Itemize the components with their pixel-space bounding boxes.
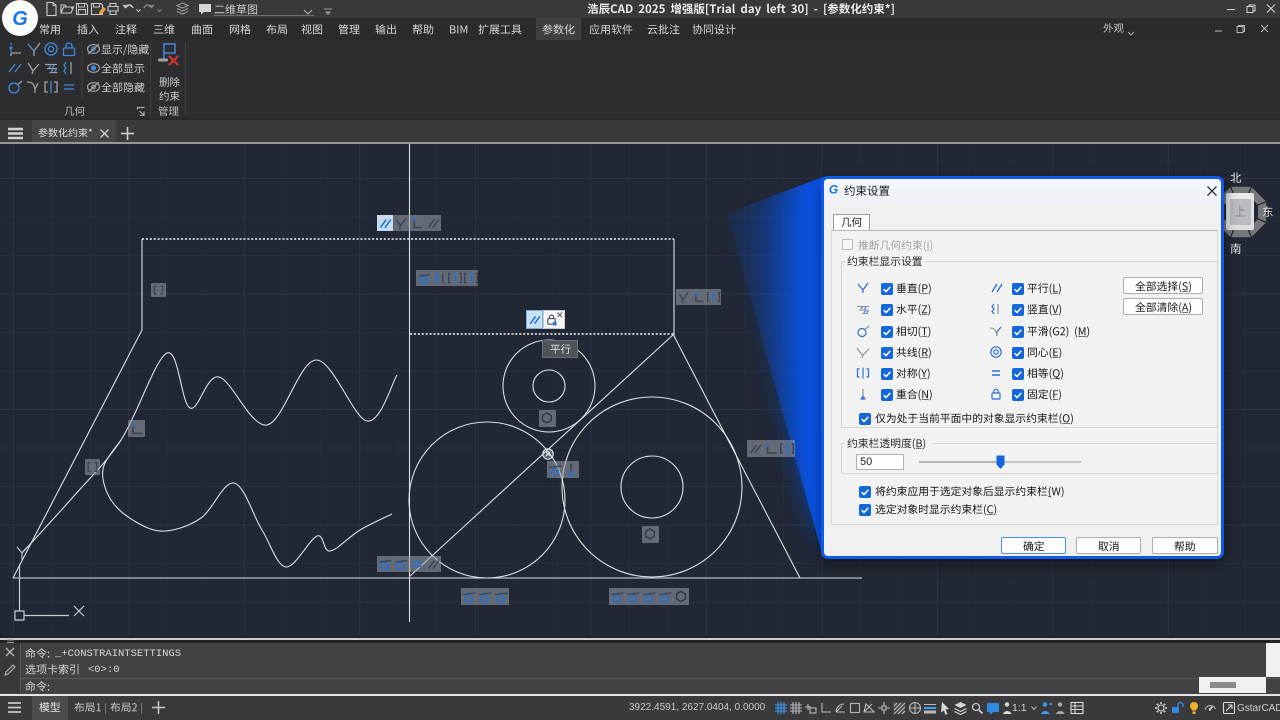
svg-text:G: G: [12, 8, 28, 30]
svg-text:G: G: [829, 183, 838, 196]
